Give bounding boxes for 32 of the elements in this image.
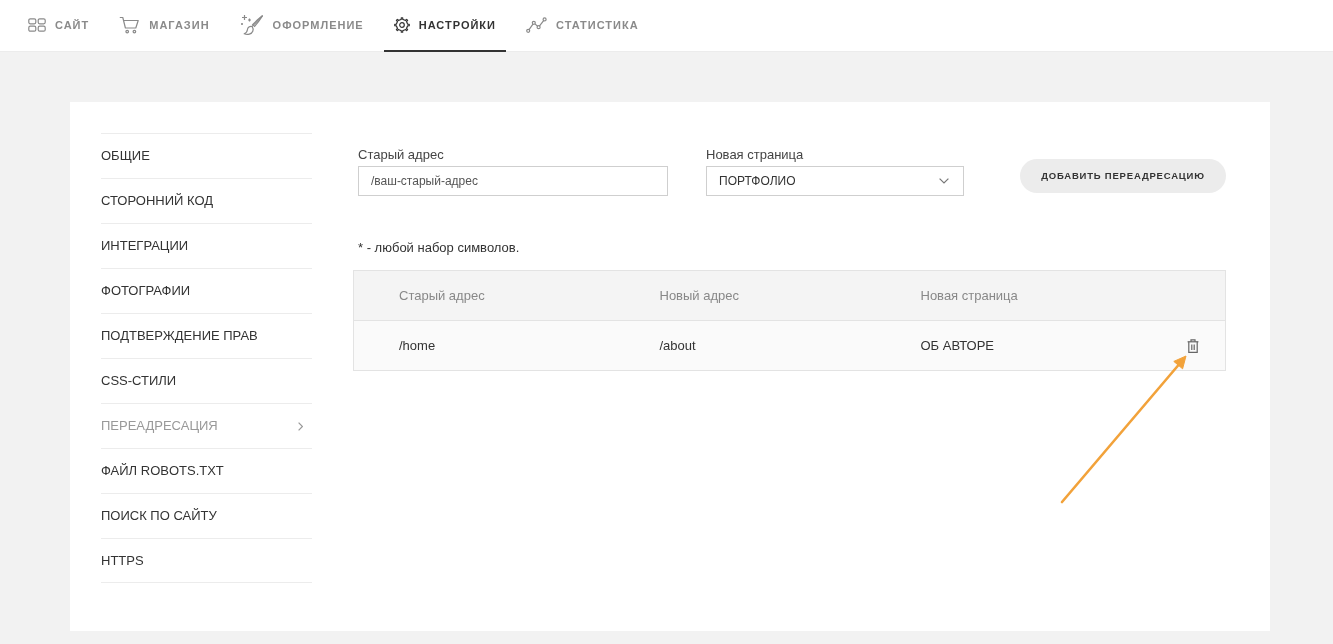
table-cell: ОБ АВТОРЕ bbox=[920, 320, 1174, 371]
sidebar-item[interactable]: СТОРОННИЙ КОД bbox=[101, 178, 312, 223]
gear-icon bbox=[393, 17, 410, 33]
sidebar-item[interactable]: ПОИСК ПО САЙТУ bbox=[101, 493, 312, 538]
table-cell: /about bbox=[659, 320, 921, 371]
old-address-input[interactable]: /ваш-старый-адрес bbox=[358, 166, 668, 196]
sidebar-item[interactable]: ОБЩИЕ bbox=[101, 133, 312, 178]
column-header: Новый адрес bbox=[659, 270, 921, 321]
sidebar-item[interactable]: CSS-СТИЛИ bbox=[101, 358, 312, 403]
brush-icon bbox=[239, 14, 264, 36]
field-label: Новая страница bbox=[706, 147, 804, 163]
table-cell: /home bbox=[353, 320, 660, 371]
sidebar-item[interactable]: ФОТОГРАФИИ bbox=[101, 268, 312, 313]
chevron-right-icon bbox=[298, 421, 303, 431]
trash-icon[interactable] bbox=[1186, 338, 1199, 353]
column-header: Старый адрес bbox=[353, 270, 660, 321]
field-label: Старый адрес bbox=[358, 147, 444, 163]
sidebar-item[interactable]: ИНТЕГРАЦИИ bbox=[101, 223, 312, 268]
sidebar-item[interactable]: ФАЙЛ ROBOTS.TXT bbox=[101, 448, 312, 493]
hint-text: * - любой набор символов. bbox=[358, 240, 520, 256]
line-chart-icon bbox=[526, 17, 547, 33]
nav-tab[interactable]: МАГАЗИН bbox=[109, 0, 220, 52]
nav-tab[interactable]: САЙТ bbox=[18, 0, 100, 52]
nav-tab[interactable]: НАСТРОЙКИ bbox=[383, 0, 506, 52]
sidebar-item[interactable]: HTTPS bbox=[101, 538, 312, 583]
sidebar-item[interactable]: ПОДТВЕРЖДЕНИЕ ПРАВ bbox=[101, 313, 312, 358]
page-select[interactable]: ПОРТФОЛИО bbox=[706, 166, 964, 196]
cart-icon bbox=[119, 16, 141, 34]
grid-icon bbox=[28, 18, 46, 32]
chevron-down-icon bbox=[939, 178, 949, 184]
add-redirect-button[interactable]: ДОБАВИТЬ ПЕРЕАДРЕСАЦИЮ bbox=[1020, 159, 1226, 193]
column-header: Новая страница bbox=[920, 270, 1174, 321]
